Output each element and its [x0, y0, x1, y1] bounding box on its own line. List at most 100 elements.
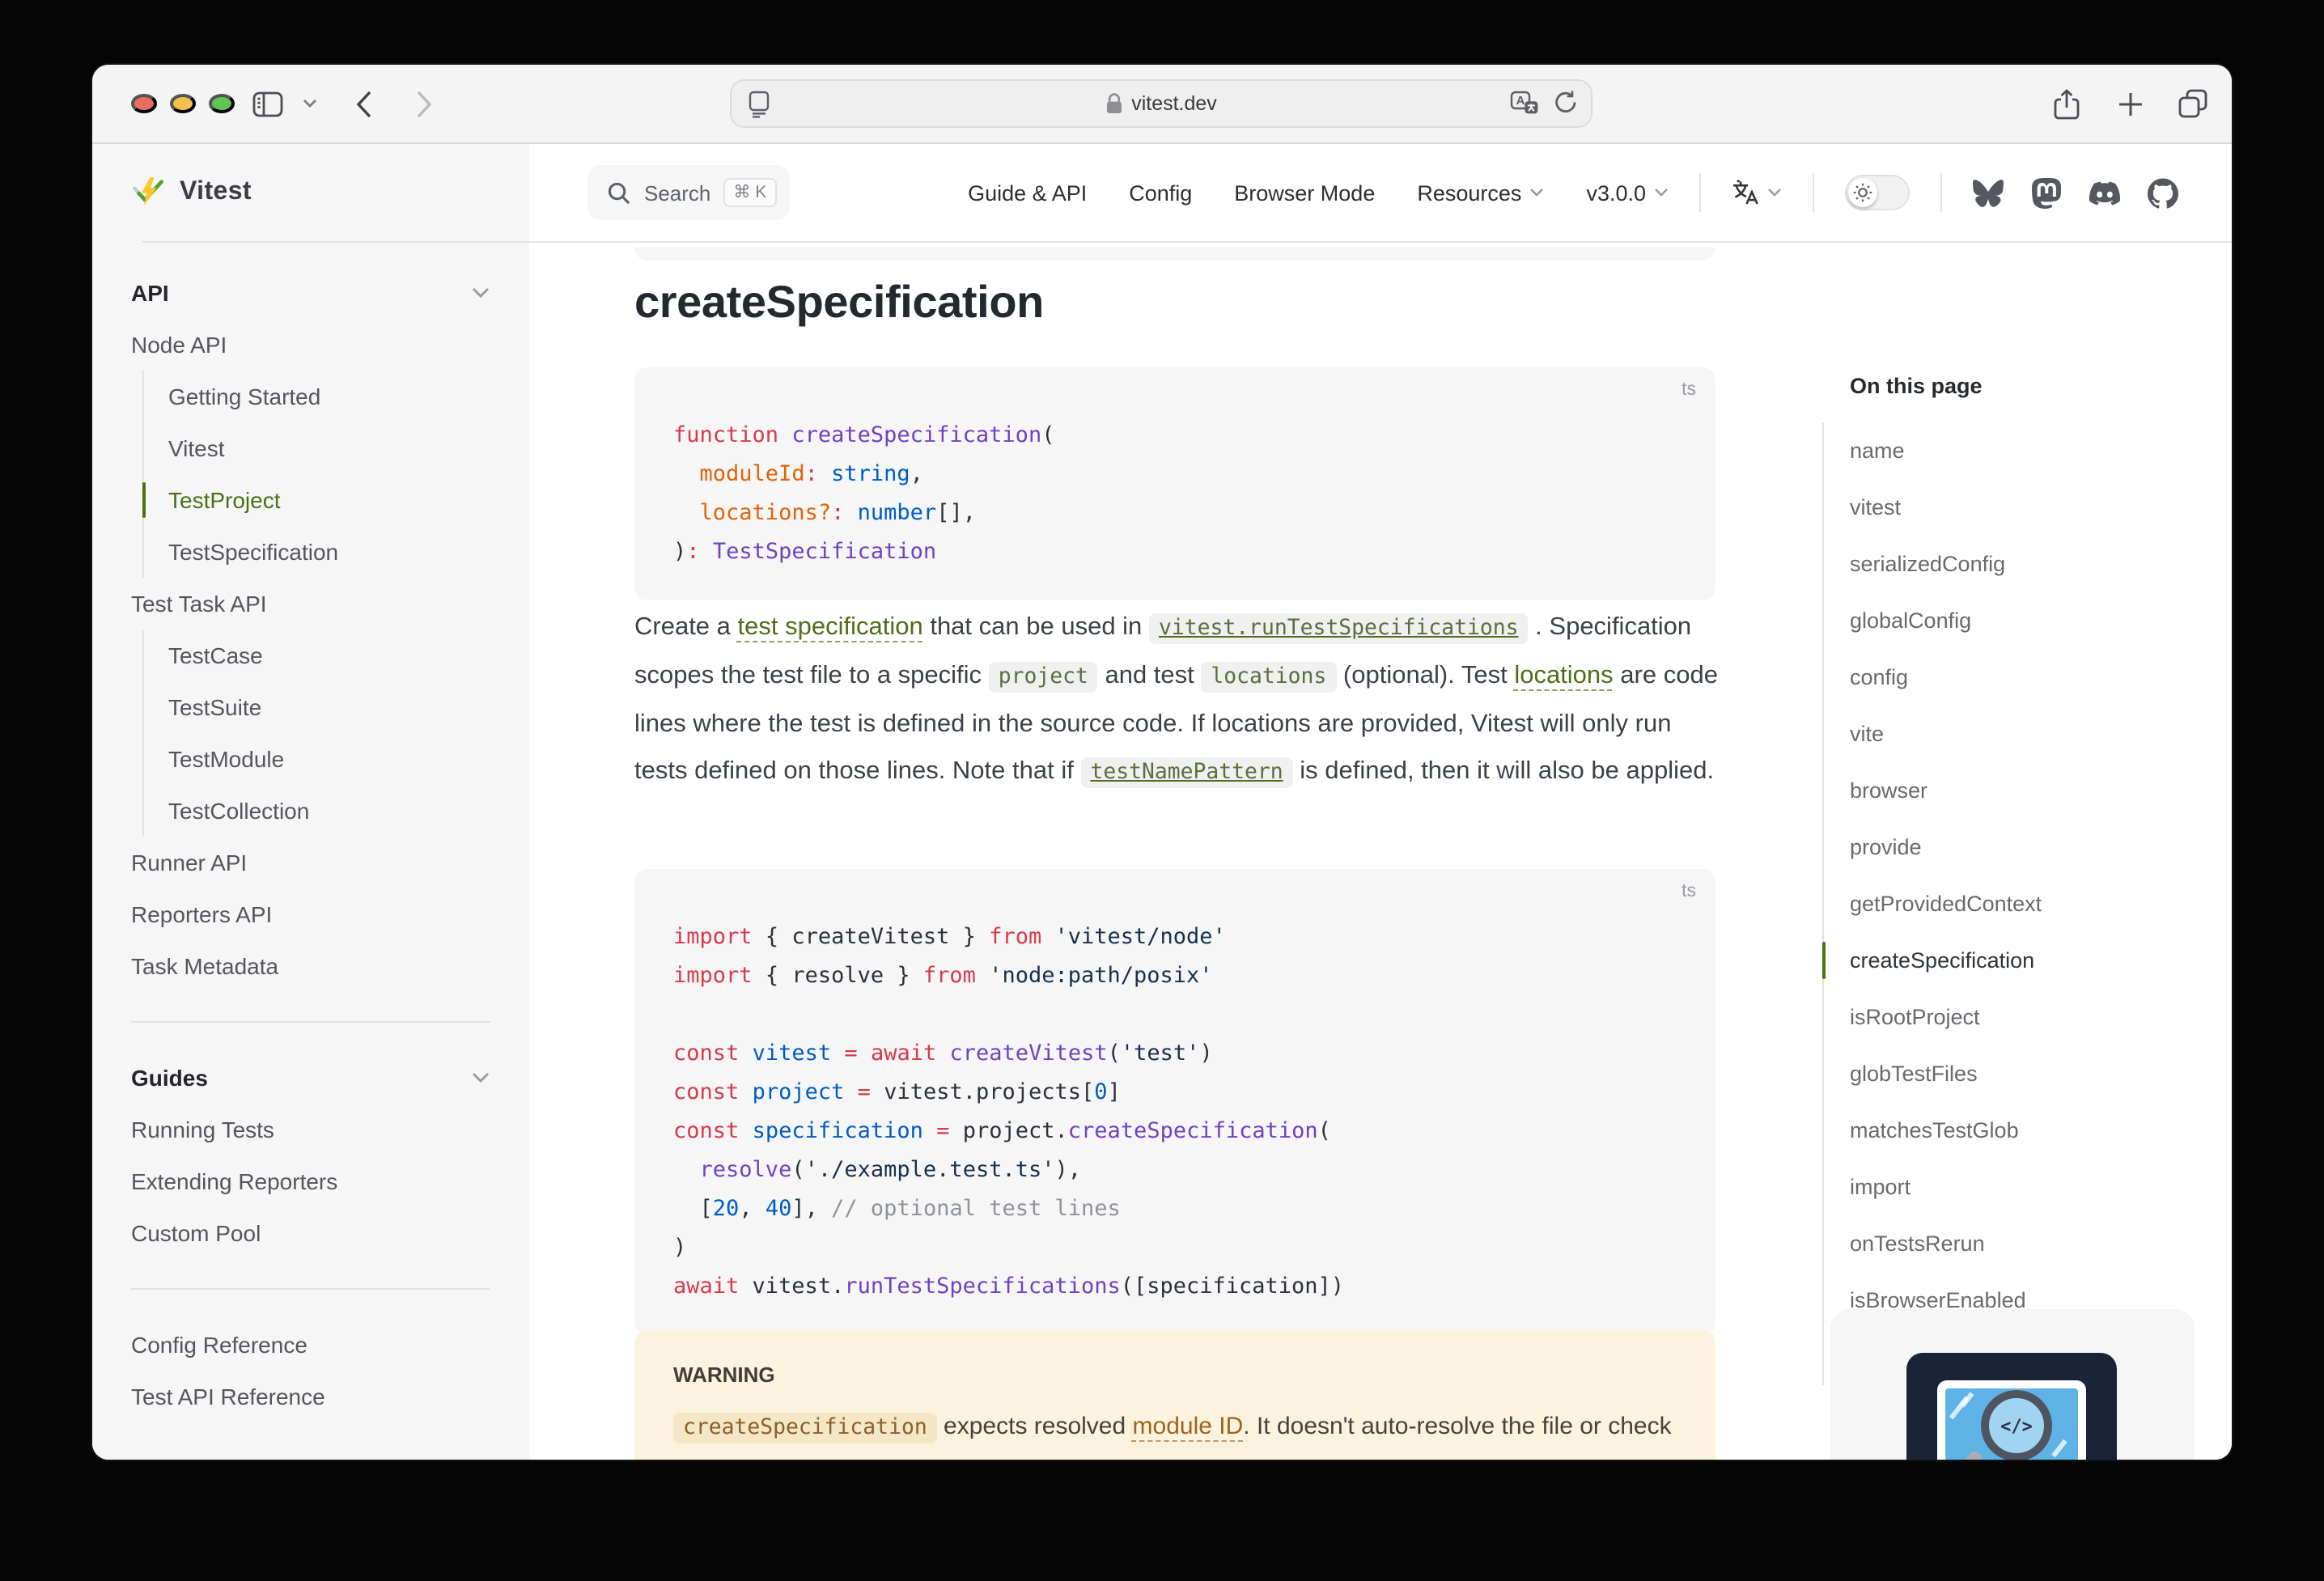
text: is defined, then it will also be applied…: [1293, 757, 1714, 785]
code-block-example: ts import { createVitest } from 'vitest/…: [634, 869, 1715, 1335]
text: that can be used in: [923, 613, 1149, 641]
sidebar-item-test-api-reference[interactable]: Test API Reference: [131, 1371, 490, 1422]
browser-toolbar: vitest.dev A: [92, 65, 2232, 144]
toc-row: import: [1850, 1159, 2182, 1215]
sidebar-item-vitest[interactable]: Vitest: [168, 422, 490, 474]
search-icon: [607, 180, 631, 205]
sidebar-item-getting-started[interactable]: Getting Started: [168, 371, 490, 422]
nav-link-v3-0-0[interactable]: v3.0.0: [1586, 180, 1669, 205]
new-tab-icon[interactable]: [2110, 65, 2149, 142]
translate-page-icon[interactable]: A: [1510, 90, 1539, 114]
toc-row: provide: [1850, 819, 2182, 875]
sidebar-item-running-tests[interactable]: Running Tests: [131, 1104, 490, 1155]
sidebar-subgroup: Getting StartedVitestTestProjectTestSpec…: [142, 371, 490, 578]
bluesky-icon[interactable]: [1973, 177, 2004, 208]
sidebar-subgroup: TestCaseTestSuiteTestModuleTestCollectio…: [142, 629, 490, 837]
zoom-window-button[interactable]: [209, 94, 235, 113]
toc-item-vitest[interactable]: vitest: [1850, 479, 2182, 536]
share-icon[interactable]: [2047, 65, 2086, 142]
text: Create a: [634, 613, 738, 641]
minimize-window-button[interactable]: [170, 94, 196, 113]
nav-link-config[interactable]: Config: [1129, 180, 1192, 205]
language-switcher[interactable]: [1732, 180, 1782, 206]
toc-item-getprovidedcontext[interactable]: getProvidedContext: [1850, 875, 2182, 932]
sidebar-item-extending-reporters[interactable]: Extending Reporters: [131, 1155, 490, 1207]
text: and test: [1098, 662, 1202, 689]
doc-link-test-specification[interactable]: test specification: [738, 613, 923, 641]
sidebar-item-testcase[interactable]: TestCase: [168, 629, 490, 681]
doc-code-link-vitest-runtestspecifications[interactable]: vitest.runTestSpecifications: [1149, 613, 1529, 641]
sidebar-menu-chevron-icon[interactable]: [296, 65, 322, 142]
sidebar-item-runner-api[interactable]: Runner API: [131, 837, 490, 888]
forward-button[interactable]: [406, 65, 442, 142]
sidebar-item-testmodule[interactable]: TestModule: [168, 733, 490, 785]
toc-item-globalconfig[interactable]: globalConfig: [1850, 592, 2182, 649]
address-bar[interactable]: vitest.dev A: [730, 79, 1592, 128]
sidebar-item-testsuite[interactable]: TestSuite: [168, 681, 490, 733]
sidebar-item-node-api[interactable]: Node API: [131, 319, 490, 371]
tls-lock-icon: [1105, 92, 1123, 115]
reload-icon[interactable]: [1554, 89, 1578, 115]
back-button[interactable]: [346, 65, 382, 142]
nav-link-guide-api[interactable]: Guide & API: [968, 180, 1087, 205]
toc-item-vite[interactable]: vite: [1850, 706, 2182, 762]
ad-card[interactable]: </>: [1830, 1309, 2195, 1460]
tab-overview-icon[interactable]: [2172, 65, 2214, 142]
toc-item-isrootproject[interactable]: isRootProject: [1850, 989, 2182, 1045]
reader-icon[interactable]: [748, 91, 770, 118]
sidebar-item-config-reference[interactable]: Config Reference: [131, 1319, 490, 1371]
toc-row: serializedConfig: [1850, 536, 2182, 592]
search-shortcut-badge: ⌘ K: [723, 179, 776, 207]
header-divider: [1813, 173, 1814, 212]
toc-item-name[interactable]: name: [1850, 422, 2182, 479]
theme-toggle[interactable]: [1845, 175, 1910, 210]
sidebar-item-custom-pool[interactable]: Custom Pool: [131, 1207, 490, 1259]
chevron-down-icon: [471, 1071, 490, 1084]
toc-row: config: [1850, 649, 2182, 706]
sidebar-item-testcollection[interactable]: TestCollection: [168, 785, 490, 837]
nav-link-resources[interactable]: Resources: [1417, 180, 1544, 205]
toc-item-ontestsrerun[interactable]: onTestsRerun: [1850, 1215, 2182, 1272]
sidebar-item-testproject[interactable]: TestProject: [168, 474, 490, 526]
sidebar-item-reporters-api[interactable]: Reporters API: [131, 888, 490, 940]
doc-link-module-id[interactable]: module ID: [1133, 1413, 1244, 1440]
chevron-down-icon: [1529, 188, 1544, 197]
toc-item-serializedconfig[interactable]: serializedConfig: [1850, 536, 2182, 592]
doc-code-link-testnamepattern[interactable]: testNamePattern: [1080, 757, 1292, 785]
nav-link-label: Browser Mode: [1234, 180, 1375, 205]
sidebar-item-testspecification[interactable]: TestSpecification: [168, 526, 490, 578]
toc-row: isRootProject: [1850, 989, 2182, 1045]
close-window-button[interactable]: [131, 94, 157, 113]
site-title: Vitest: [180, 178, 252, 207]
discord-icon[interactable]: [2089, 177, 2120, 208]
toc-item-matchestestglob[interactable]: matchesTestGlob: [1850, 1102, 2182, 1159]
sidebar-item-test-task-api[interactable]: Test Task API: [131, 578, 490, 629]
sidebar: Vitest APINode APIGetting StartedVitestT…: [92, 144, 529, 1460]
toc-item-browser[interactable]: browser: [1850, 762, 2182, 819]
github-icon[interactable]: [2148, 177, 2178, 208]
vitest-logo-icon: [131, 176, 165, 210]
description-paragraph: Create a test specification that can be …: [634, 604, 1728, 796]
doc-link-locations[interactable]: locations: [1514, 662, 1613, 689]
sidebar-item-task-metadata[interactable]: Task Metadata: [131, 940, 490, 992]
toc-item-createspecification[interactable]: createSpecification: [1850, 932, 2182, 989]
toc-item-import[interactable]: import: [1850, 1159, 2182, 1215]
toc-item-config[interactable]: config: [1850, 649, 2182, 706]
text: expects resolved: [937, 1413, 1133, 1440]
chevron-down-icon: [471, 286, 490, 299]
toc-row: vitest: [1850, 479, 2182, 536]
toc-item-globtestfiles[interactable]: globTestFiles: [1850, 1045, 2182, 1102]
search-button[interactable]: Search ⌘ K: [587, 165, 789, 220]
toc-row: onTestsRerun: [1850, 1215, 2182, 1272]
browser-window: vitest.dev A: [92, 65, 2232, 1460]
site-header: Search ⌘ K Guide & API Config Browser Mode…: [529, 144, 2232, 243]
sidebar-section-guides[interactable]: Guides: [131, 1052, 490, 1104]
mastodon-icon[interactable]: [2031, 177, 2062, 208]
toc-item-provide[interactable]: provide: [1850, 819, 2182, 875]
nav-link-browser-mode[interactable]: Browser Mode: [1234, 180, 1375, 205]
toc-row: createSpecification: [1850, 932, 2182, 989]
sidebar-section-api[interactable]: API: [131, 267, 490, 319]
warning-title: WARNING: [673, 1363, 1677, 1387]
sidebar-toggle-icon[interactable]: [248, 65, 286, 142]
brand[interactable]: Vitest: [92, 144, 529, 241]
